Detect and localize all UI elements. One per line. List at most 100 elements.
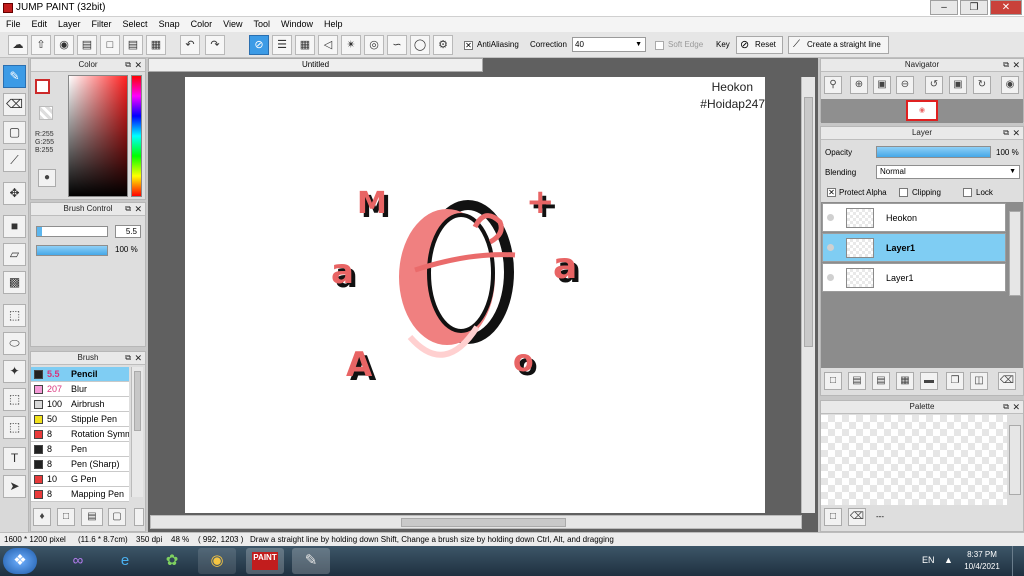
close-button[interactable]: ✕ [990, 0, 1022, 15]
grid-layout-icon[interactable]: ▦ [146, 35, 166, 55]
brush-opacity-slider[interactable] [36, 245, 108, 256]
menu-file[interactable]: File [0, 17, 26, 29]
hue-slider[interactable] [131, 75, 142, 197]
brush-item[interactable]: 8 Pen (Sharp) [31, 457, 129, 472]
palette-scrollbar[interactable] [1009, 425, 1021, 495]
create-straight-line-button[interactable]: ⟋ Create a straight line [788, 36, 889, 54]
rect-select-tool-icon[interactable]: ⬚ [3, 304, 26, 327]
start-button[interactable]: ❖ [3, 548, 37, 574]
menu-window[interactable]: Window [275, 17, 318, 29]
undo-icon[interactable]: ↶ [180, 35, 200, 55]
layer-row[interactable]: Layer1 [822, 233, 1006, 262]
operation-tool-icon[interactable]: ➤ [3, 475, 26, 498]
bucket-tool-icon[interactable]: ▱ [3, 243, 26, 266]
close-icon[interactable]: ✕ [1012, 127, 1020, 139]
move-tool-icon[interactable]: ✥ [3, 182, 26, 205]
menu-help[interactable]: Help [318, 17, 348, 29]
minimize-button[interactable]: – [930, 0, 958, 15]
reset-button[interactable]: ⊘ Reset [736, 36, 783, 54]
palette-swatch-area[interactable] [821, 415, 1007, 505]
select-pen-tool-icon[interactable]: ⬚ [3, 388, 26, 411]
snap-off-icon[interactable]: ⊘ [249, 35, 269, 55]
copy-layer-icon[interactable]: ▤ [848, 372, 866, 390]
visibility-icon[interactable] [827, 274, 834, 281]
canvas[interactable]: Heokon #Hoidap247 M M a a + + a a A A o … [185, 77, 765, 513]
radial-icon[interactable]: ✴ [341, 35, 361, 55]
delete-palette-icon[interactable]: ⌫ [848, 508, 866, 526]
show-desktop-button[interactable] [1012, 546, 1024, 576]
lasso-tool-icon[interactable]: ⬭ [3, 332, 26, 355]
eraser-tool-icon[interactable]: ⌫ [3, 93, 26, 116]
menu-filter[interactable]: Filter [86, 17, 117, 29]
menu-layer[interactable]: Layer [52, 17, 86, 29]
page-icon[interactable]: ▤ [123, 35, 143, 55]
select-eraser-tool-icon[interactable]: ⬚ [3, 416, 26, 439]
document-tab[interactable]: Untitled [148, 58, 483, 72]
document-icon[interactable]: □ [100, 35, 120, 55]
canvas-vertical-scrollbar[interactable] [801, 77, 815, 513]
concentric-icon[interactable]: ◎ [364, 35, 384, 55]
brush-menu-icon[interactable]: ▤ [81, 508, 103, 526]
menu-color[interactable]: Color [185, 17, 218, 29]
popout-icon[interactable]: ⧉ [1003, 127, 1009, 139]
duplicate-layer-icon[interactable]: ❐ [946, 372, 964, 390]
protect-alpha-checkbox[interactable]: ✕ [827, 187, 836, 198]
layer-list-scrollbar[interactable] [1009, 211, 1021, 296]
scroll-thumb[interactable] [134, 371, 141, 431]
canvas-horizontal-scrollbar[interactable] [150, 515, 802, 529]
notepad-plus-icon[interactable]: ✿ [153, 548, 191, 574]
popout-icon[interactable]: ⧉ [1003, 401, 1009, 413]
visibility-icon[interactable] [827, 214, 834, 221]
cloud-icon[interactable]: ☁ [8, 35, 28, 55]
menu-edit[interactable]: Edit [26, 17, 53, 29]
lock-checkbox[interactable] [963, 187, 972, 198]
brush-more-icon[interactable] [134, 508, 144, 526]
curve-icon[interactable]: ∽ [387, 35, 407, 55]
reset-rotation-icon[interactable]: ◉ [1001, 76, 1019, 94]
clipping-checkbox[interactable] [899, 187, 908, 198]
language-indicator[interactable]: EN [922, 555, 935, 565]
color-saturation-field[interactable] [68, 75, 128, 197]
close-icon[interactable]: ✕ [134, 203, 142, 215]
popout-icon[interactable]: ⧉ [125, 352, 131, 364]
brush-settings-icon[interactable]: ▢ [108, 508, 126, 526]
menu-snap[interactable]: Snap [153, 17, 185, 29]
brush-item[interactable]: 5.5 Pencil [31, 367, 129, 382]
close-icon[interactable]: ✕ [1012, 59, 1020, 71]
grid-snap-icon[interactable]: ▦ [295, 35, 315, 55]
new-brush-icon[interactable]: □ [57, 508, 75, 526]
halftone-layer-icon[interactable]: ▦ [896, 372, 914, 390]
brush-item[interactable]: 100 Airbrush [31, 397, 129, 412]
layer-row[interactable]: Layer1 [822, 263, 1006, 292]
parallel-lines-icon[interactable]: ☰ [272, 35, 292, 55]
correction-dropdown[interactable]: 40 ▼ [572, 37, 646, 52]
pen-tool-icon[interactable]: ✎ [3, 65, 26, 88]
gradient-tool-icon[interactable]: ▩ [3, 271, 26, 294]
popout-icon[interactable]: ⧉ [1003, 59, 1009, 71]
close-icon[interactable]: ✕ [134, 59, 142, 71]
close-icon[interactable]: ✕ [1012, 401, 1020, 413]
brush-item[interactable]: 8 Pen [31, 442, 129, 457]
antialiasing-checkbox[interactable]: ✕ [464, 40, 473, 51]
visibility-icon[interactable] [827, 244, 834, 251]
brush-size-slider[interactable] [36, 226, 108, 237]
snap-settings-icon[interactable]: ⚙ [433, 35, 453, 55]
folder-icon[interactable]: ▬ [920, 372, 938, 390]
layer-opacity-slider[interactable] [876, 146, 991, 158]
fill-rect-tool-icon[interactable]: ■ [3, 215, 26, 238]
magic-wand-tool-icon[interactable]: ✦ [3, 360, 26, 383]
menu-select[interactable]: Select [117, 17, 153, 29]
menu-view[interactable]: View [217, 17, 247, 29]
tray-arrow-icon[interactable]: ▲ [944, 555, 953, 565]
brush-item[interactable]: 207 Blur [31, 382, 129, 397]
rotate-right-icon[interactable]: ↻ [973, 76, 991, 94]
popout-icon[interactable]: ⧉ [125, 59, 131, 71]
close-icon[interactable]: ✕ [134, 352, 142, 364]
menu-tool[interactable]: Tool [247, 17, 275, 29]
merge-layer-icon[interactable]: ◫ [970, 372, 988, 390]
brush-item[interactable]: 8 Mapping Pen [31, 487, 129, 502]
export-icon[interactable]: ⇧ [31, 35, 51, 55]
popout-icon[interactable]: ⧉ [125, 203, 131, 215]
paint-program-icon[interactable]: ✎ [292, 548, 330, 574]
scroll-thumb[interactable] [401, 518, 566, 527]
